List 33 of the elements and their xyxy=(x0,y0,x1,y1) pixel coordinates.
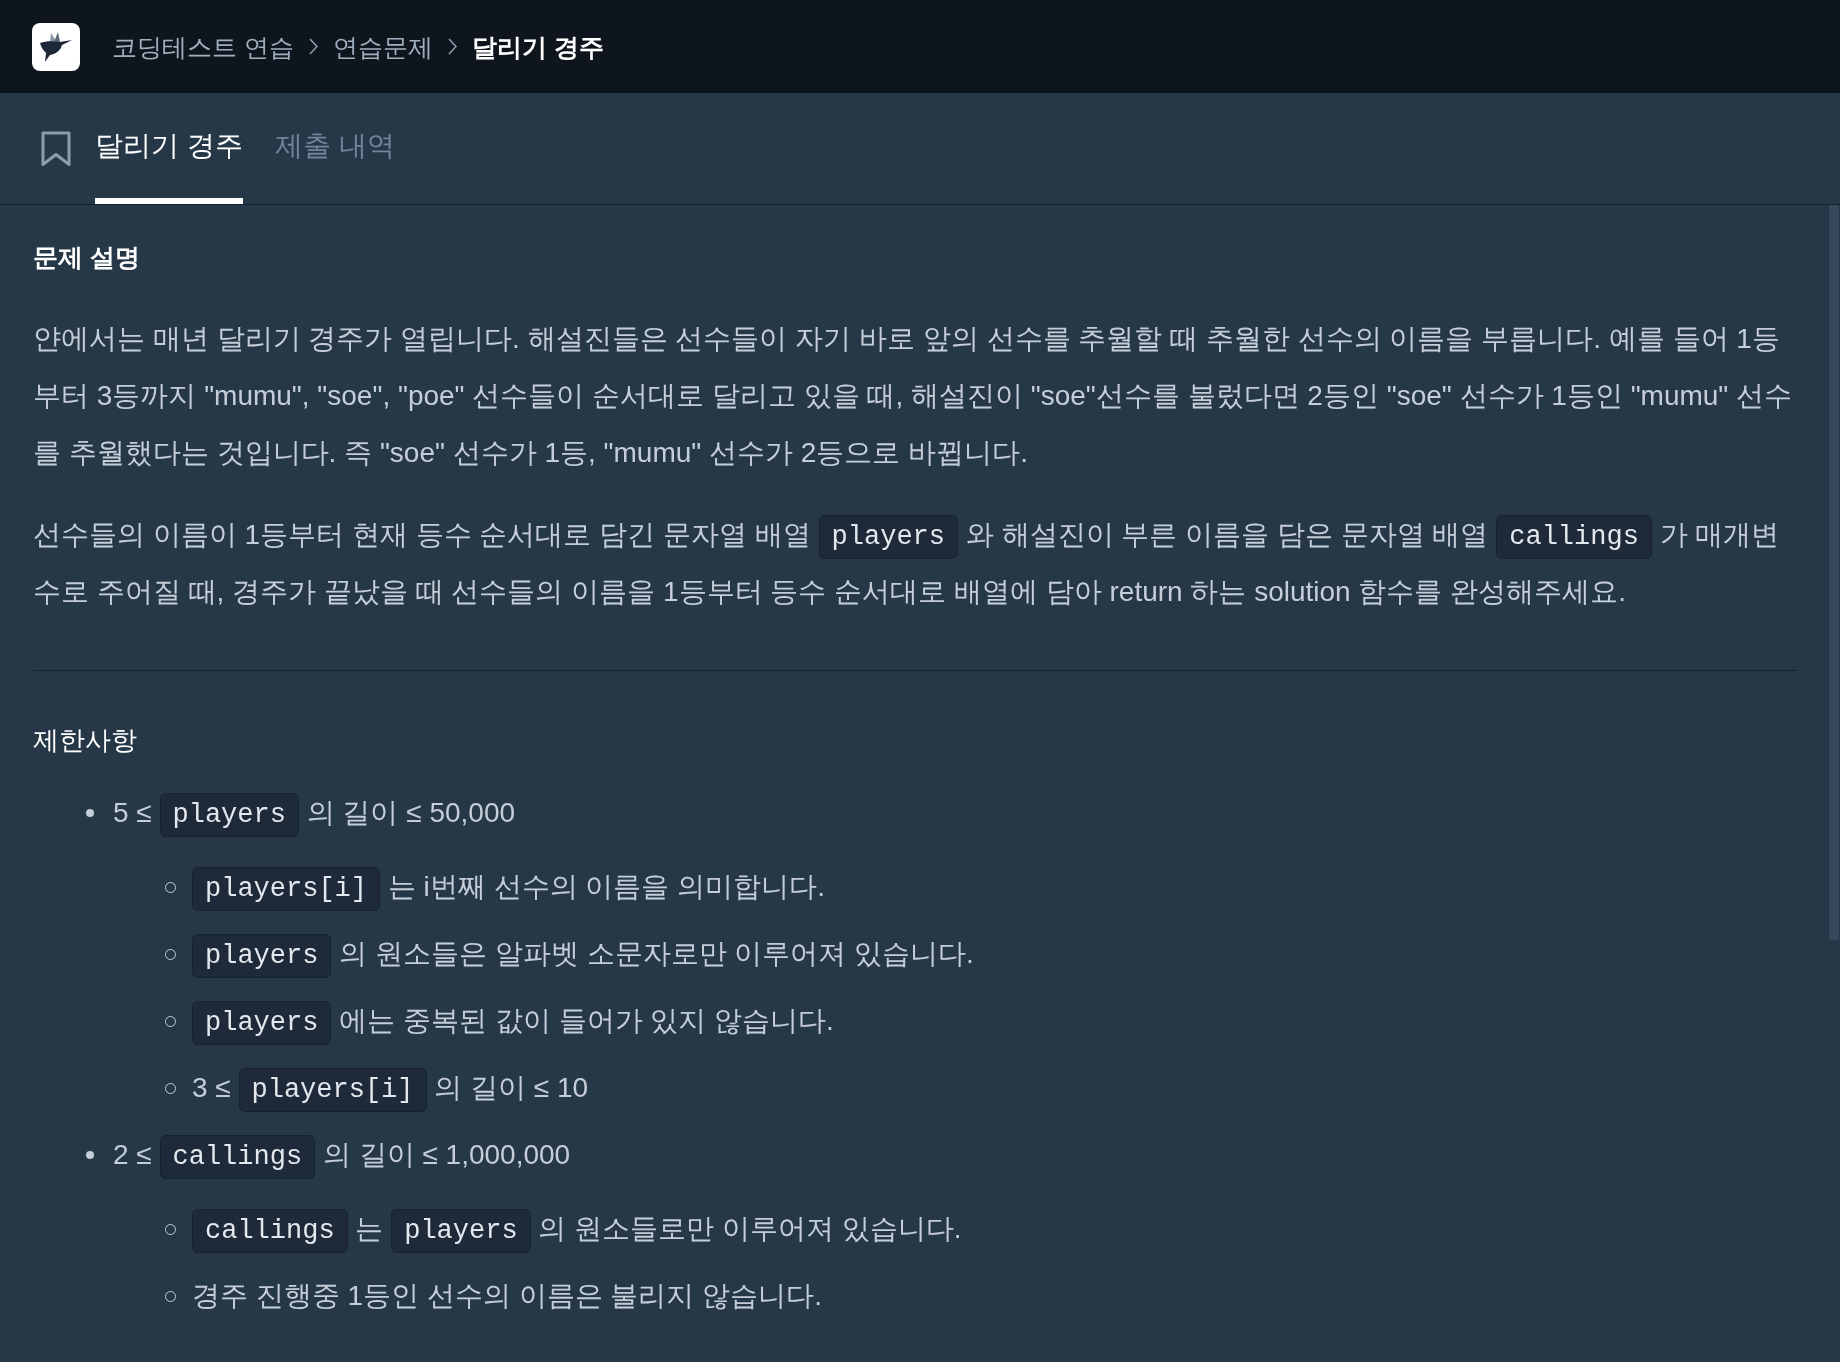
breadcrumb-link[interactable]: 코딩테스트 연습 xyxy=(112,28,294,65)
constraint-text: 2 ≤ callings 의 길이 ≤ 1,000,000 xyxy=(113,1131,571,1179)
section-heading: 제한사항 xyxy=(33,724,138,757)
inline-code: callings xyxy=(192,1209,348,1253)
bullet-icon xyxy=(86,809,94,817)
chevron-right-icon xyxy=(308,38,318,55)
section-heading: 문제 설명 xyxy=(33,242,141,273)
description-paragraph: 얀에서는 매년 달리기 경주가 열립니다. 해설진들은 선수들이 자기 바로 앞의 선수를 추월할 때 추월한 선수의 이름을 부릅니다. 예를 들어 1등부터 3등까지 "mumu", "soe", "poe" 선수들이 순서대로 달리고 있을 때, 해설진이 "soe"선수를 불렀다면 2등인 "soe" 선수가 1등인 "mumu" 선수를 추월했다는 것입니다. 즉 "soe" 선수가 1등, "mumu" 선수가 2등으로 바뀝니다. xyxy=(33,322,1794,470)
constraint-text: players 의 원소들은 알파벳 소문자로만 이루어져 있습니다. xyxy=(192,930,974,978)
constraint-text: players[i] 는 i번째 선수의 이름을 의미합니다. xyxy=(192,863,825,911)
constraint-text: 5 ≤ players 의 길이 ≤ 50,000 xyxy=(113,789,516,837)
inline-code: players xyxy=(159,793,299,837)
chevron-right-icon xyxy=(447,38,457,55)
breadcrumb-link[interactable]: 연습문제 xyxy=(332,28,433,65)
scrollbar-thumb[interactable] xyxy=(1829,205,1839,940)
breadcrumb-link[interactable]: 달리기 경주 xyxy=(471,28,604,65)
inline-code: players[i] xyxy=(192,867,381,911)
inline-code: callings xyxy=(1496,515,1652,559)
inline-code: players[i] xyxy=(238,1068,427,1112)
constraint-text: players 에는 중복된 값이 들어가 있지 않습니다. xyxy=(192,997,834,1045)
constraint-text: callings 는 players 의 원소들로만 이루어져 있습니다. xyxy=(192,1205,962,1253)
inline-code: players xyxy=(192,1001,332,1045)
inline-code: players xyxy=(391,1209,531,1253)
constraint-text: 3 ≤ players[i] 의 길이 ≤ 10 xyxy=(192,1064,589,1112)
tab[interactable]: 달리기 경주 xyxy=(95,93,243,204)
bullet-icon xyxy=(86,1151,94,1159)
bird-logo-icon[interactable] xyxy=(32,22,80,71)
inline-code: players xyxy=(192,934,332,978)
constraint-text: 경주 진행중 1등인 선수의 이름은 불리지 않습니다. xyxy=(192,1279,823,1313)
inline-code: callings xyxy=(159,1135,316,1179)
bookmark-icon xyxy=(41,130,71,167)
description-paragraph: 선수들의 이름이 1등부터 현재 등수 순서대로 담긴 문자열 배열 players 와 해설진이 부른 이름을 담은 문자열 배열 callings 가 매개변수로 주어질 때, 경주가 끝났을 때 선수들의 이름을 1등부터 등수 순서대로 배열에 담아 return 하는 solution 함수를 완성해주세요. xyxy=(33,506,1797,620)
inline-code: players xyxy=(818,515,958,559)
